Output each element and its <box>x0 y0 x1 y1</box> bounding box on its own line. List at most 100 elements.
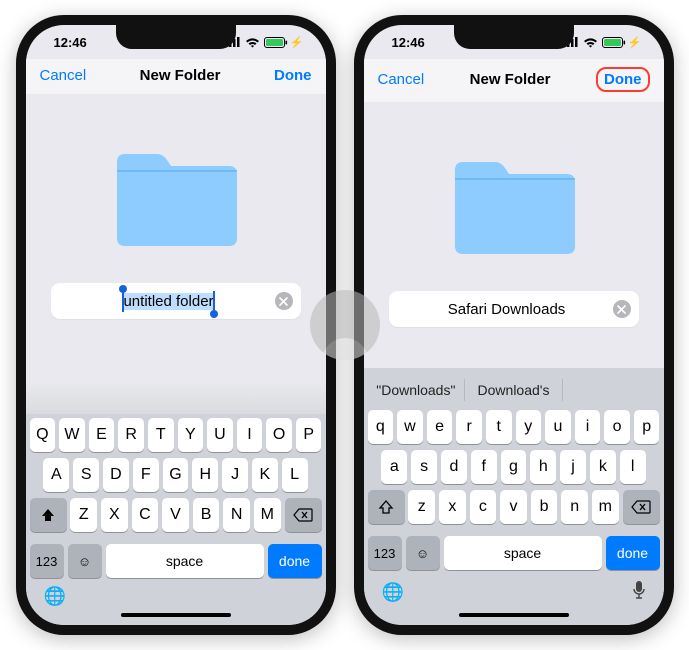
emoji-key[interactable]: ☺ <box>68 544 102 578</box>
clear-text-icon[interactable] <box>613 300 631 318</box>
page-title: New Folder <box>470 71 551 88</box>
shift-key[interactable] <box>30 498 67 532</box>
key-g[interactable]: G <box>163 458 189 492</box>
home-indicator[interactable] <box>459 613 569 617</box>
watermark-logo <box>310 290 380 360</box>
key-q[interactable]: Q <box>30 418 56 452</box>
keyboard: QWERTYUIOP ASDFGHJKL ZXCVBNM 123 ☺ space… <box>26 384 326 625</box>
key-b[interactable]: B <box>193 498 220 532</box>
charging-icon: ⚡ <box>290 36 304 49</box>
space-key[interactable]: space <box>106 544 264 578</box>
folder-name-input[interactable]: Safari Downloads <box>389 291 639 327</box>
key-a[interactable]: A <box>43 458 69 492</box>
key-y[interactable]: Y <box>178 418 204 452</box>
key-u[interactable]: U <box>207 418 233 452</box>
suggestion[interactable]: Download's <box>465 379 563 401</box>
text-selection: untitled folder <box>123 293 213 310</box>
key-f[interactable]: f <box>471 450 497 484</box>
space-key[interactable]: space <box>444 536 602 570</box>
key-z[interactable]: z <box>408 490 435 524</box>
key-m[interactable]: m <box>592 490 619 524</box>
keyboard: "Downloads" Download's qwertyuiop asdfgh… <box>364 368 664 625</box>
key-l[interactable]: l <box>620 450 646 484</box>
return-key[interactable]: done <box>268 544 322 578</box>
key-f[interactable]: F <box>133 458 159 492</box>
key-c[interactable]: c <box>470 490 497 524</box>
key-k[interactable]: K <box>252 458 278 492</box>
nav-bar: Cancel New Folder Done <box>364 59 664 102</box>
notch <box>116 25 236 49</box>
key-m[interactable]: M <box>254 498 281 532</box>
nav-bar: Cancel New Folder Done <box>26 59 326 94</box>
folder-icon <box>449 156 579 263</box>
done-button[interactable]: Done <box>274 67 312 84</box>
key-s[interactable]: s <box>411 450 437 484</box>
key-d[interactable]: D <box>103 458 129 492</box>
key-h[interactable]: h <box>530 450 556 484</box>
key-n[interactable]: n <box>561 490 588 524</box>
status-time: 12:46 <box>392 35 425 50</box>
cancel-button[interactable]: Cancel <box>378 71 425 88</box>
backspace-key[interactable] <box>285 498 322 532</box>
folder-name-input[interactable]: untitled folder <box>51 283 301 319</box>
status-time: 12:46 <box>54 35 87 50</box>
battery-icon <box>602 37 626 48</box>
key-w[interactable]: W <box>59 418 85 452</box>
key-e[interactable]: E <box>89 418 115 452</box>
key-p[interactable]: P <box>296 418 322 452</box>
key-c[interactable]: C <box>132 498 159 532</box>
dictation-icon[interactable] <box>632 580 646 605</box>
globe-icon[interactable]: 🌐 <box>382 582 404 603</box>
key-x[interactable]: x <box>439 490 466 524</box>
shift-key[interactable] <box>368 490 405 524</box>
key-y[interactable]: y <box>516 410 542 444</box>
cancel-button[interactable]: Cancel <box>40 67 87 84</box>
folder-icon <box>111 148 241 255</box>
phone-right: 12:46 ⚡ Cancel New Folder Done <box>354 15 674 635</box>
key-w[interactable]: w <box>397 410 423 444</box>
key-p[interactable]: p <box>634 410 660 444</box>
key-u[interactable]: u <box>545 410 571 444</box>
key-n[interactable]: N <box>223 498 250 532</box>
key-j[interactable]: J <box>222 458 248 492</box>
done-button[interactable]: Done <box>596 67 650 92</box>
home-indicator[interactable] <box>121 613 231 617</box>
charging-icon: ⚡ <box>628 36 642 49</box>
key-h[interactable]: H <box>192 458 218 492</box>
key-l[interactable]: L <box>282 458 308 492</box>
backspace-key[interactable] <box>623 490 660 524</box>
battery-icon <box>264 37 288 48</box>
wifi-icon <box>245 37 260 48</box>
key-s[interactable]: S <box>73 458 99 492</box>
key-i[interactable]: i <box>575 410 601 444</box>
numbers-key[interactable]: 123 <box>368 536 402 570</box>
key-t[interactable]: T <box>148 418 174 452</box>
key-o[interactable]: O <box>266 418 292 452</box>
key-k[interactable]: k <box>590 450 616 484</box>
key-z[interactable]: Z <box>70 498 97 532</box>
key-t[interactable]: t <box>486 410 512 444</box>
phone-left: 12:46 ⚡ Cancel New Folder Done <box>16 15 336 635</box>
key-v[interactable]: v <box>500 490 527 524</box>
key-i[interactable]: I <box>237 418 263 452</box>
key-d[interactable]: d <box>441 450 467 484</box>
suggestion[interactable]: "Downloads" <box>368 379 466 401</box>
key-g[interactable]: g <box>501 450 527 484</box>
key-v[interactable]: V <box>162 498 189 532</box>
key-r[interactable]: R <box>118 418 144 452</box>
globe-icon[interactable]: 🌐 <box>30 584 322 607</box>
emoji-key[interactable]: ☺ <box>406 536 440 570</box>
key-r[interactable]: r <box>456 410 482 444</box>
return-key[interactable]: done <box>606 536 660 570</box>
key-x[interactable]: X <box>101 498 128 532</box>
clear-text-icon[interactable] <box>275 292 293 310</box>
key-o[interactable]: o <box>604 410 630 444</box>
notch <box>454 25 574 49</box>
key-b[interactable]: b <box>531 490 558 524</box>
key-q[interactable]: q <box>368 410 394 444</box>
numbers-key[interactable]: 123 <box>30 544 64 578</box>
key-e[interactable]: e <box>427 410 453 444</box>
key-a[interactable]: a <box>381 450 407 484</box>
page-title: New Folder <box>140 67 221 84</box>
key-j[interactable]: j <box>560 450 586 484</box>
